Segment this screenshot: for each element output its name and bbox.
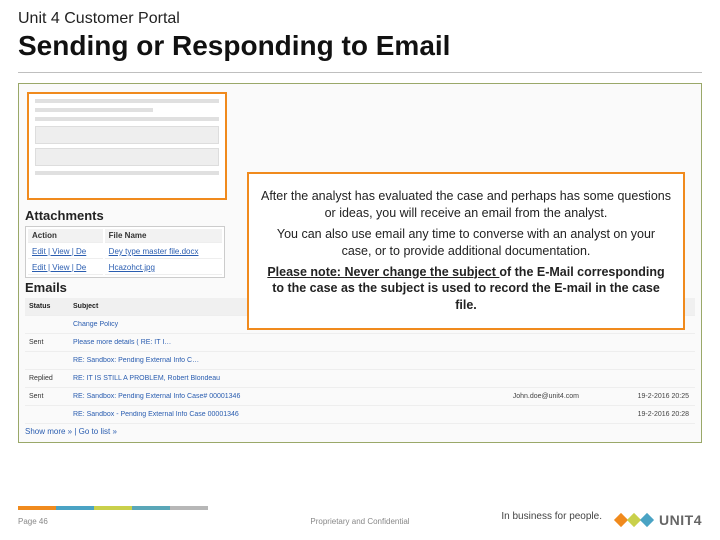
show-more-link[interactable]: Show more » | Go to list » <box>25 427 117 436</box>
col-status: Status <box>25 303 67 310</box>
email-row[interactable]: RE: Sandbox - Pending External Info Case… <box>25 406 695 424</box>
unit4-logo: UNIT4 <box>616 510 702 530</box>
row-filename[interactable]: Dey type master file.docx <box>105 245 222 259</box>
email-row[interactable]: Sent RE: Sandbox: Pending External Info … <box>25 388 695 406</box>
callout-p2: You can also use email any time to conve… <box>261 226 671 260</box>
slide: Unit 4 Customer Portal Sending or Respon… <box>0 0 720 540</box>
footer: Page 46 Proprietary and Confidential In … <box>0 484 720 540</box>
table-row: Edit | View | De Hcazohct.jpg <box>28 261 222 275</box>
tagline: In business for people. <box>501 511 602 522</box>
emails-heading: Emails <box>25 280 67 295</box>
header: Unit 4 Customer Portal Sending or Respon… <box>0 0 720 66</box>
email-row[interactable]: Replied RE: IT IS STILL A PROBLEM, Rober… <box>25 370 695 388</box>
email-row[interactable]: RE: Sandbox: Pending External Info C… <box>25 352 695 370</box>
page-title: Sending or Responding to Email <box>18 30 702 62</box>
supertitle: Unit 4 Customer Portal <box>18 10 702 28</box>
screenshot-thumb <box>27 92 227 200</box>
row-filename[interactable]: Hcazohct.jpg <box>105 261 222 275</box>
callout-box: After the analyst has evaluated the case… <box>247 172 685 330</box>
email-row[interactable]: Sent Please more details ( RE: IT I… <box>25 334 695 352</box>
confidential-label: Proprietary and Confidential <box>0 517 720 526</box>
header-divider <box>18 72 702 73</box>
attachments-table: Action File Name Edit | View | De Dey ty… <box>25 226 225 278</box>
attachments-heading: Attachments <box>25 208 104 223</box>
row-actions[interactable]: Edit | View | De <box>28 245 103 259</box>
content-frame: Attachments Action File Name Edit | View… <box>18 83 702 443</box>
callout-p1: After the analyst has evaluated the case… <box>261 188 671 222</box>
logo-text: UNIT4 <box>659 512 702 528</box>
col-filename: File Name <box>105 229 222 243</box>
logo-square-icon <box>640 513 654 527</box>
accent-bars <box>18 506 208 510</box>
callout-note: Please note: Never change the subject of… <box>261 264 671 315</box>
table-header-row: Action File Name <box>28 229 222 243</box>
col-action: Action <box>28 229 103 243</box>
table-row: Edit | View | De Dey type master file.do… <box>28 245 222 259</box>
row-actions[interactable]: Edit | View | De <box>28 261 103 275</box>
